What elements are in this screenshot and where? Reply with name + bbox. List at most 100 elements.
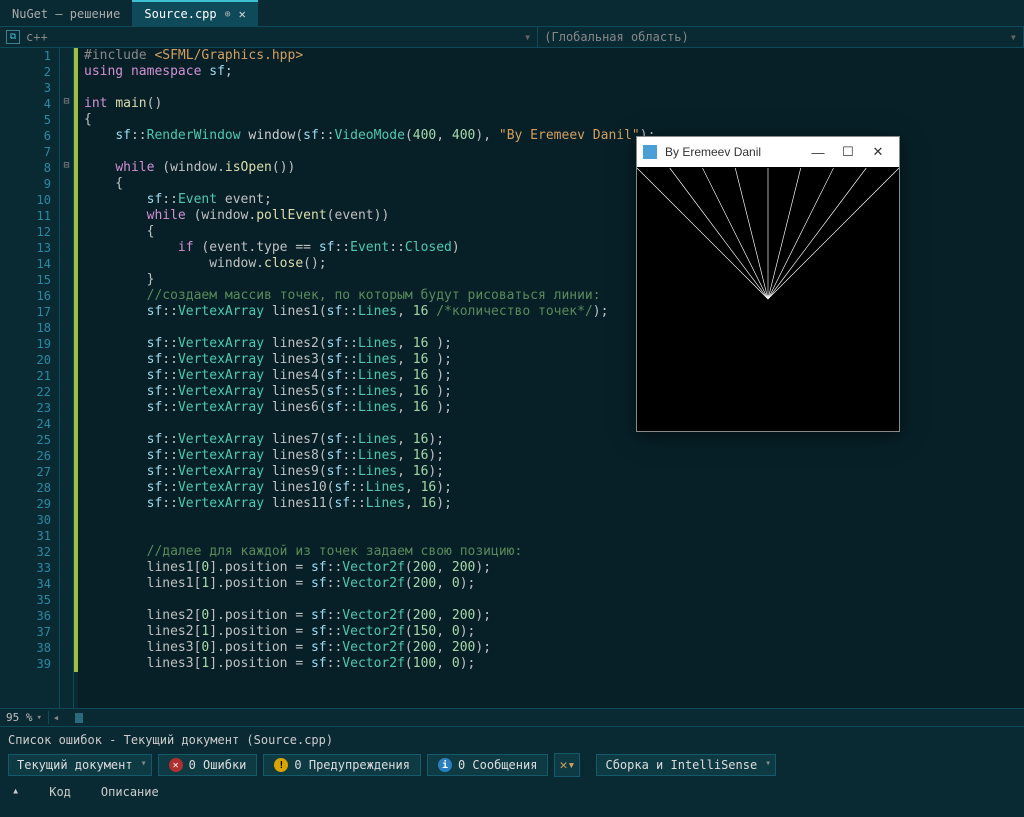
panel-title: Список ошибок - Текущий документ (Source… [8,733,1016,747]
fold-toggle[interactable] [60,464,73,480]
fold-toggle[interactable] [60,272,73,288]
scroll-left-icon[interactable]: ◂ [49,711,63,724]
code-line[interactable] [84,528,1024,544]
scroll-thumb[interactable] [75,713,83,723]
code-line[interactable] [84,592,1024,608]
chevron-down-icon: ▾ [1010,30,1017,44]
fold-toggle[interactable] [60,176,73,192]
fold-toggle[interactable] [60,144,73,160]
error-list-header[interactable]: ▾ Код Описание [8,777,1016,807]
code-line[interactable]: sf::VertexArray lines10(sf::Lines, 16); [84,480,1024,496]
line-number: 27 [0,464,51,480]
fold-toggle[interactable] [60,576,73,592]
fold-toggle[interactable] [60,80,73,96]
fold-toggle[interactable]: ⊟ [60,96,73,112]
maximize-button[interactable]: ☐ [833,144,863,160]
fold-toggle[interactable] [60,48,73,64]
code-line[interactable]: lines2[1].position = sf::Vector2f(150, 0… [84,624,1024,640]
fold-toggle[interactable] [60,352,73,368]
fold-toggle[interactable] [60,592,73,608]
code-line[interactable]: lines1[0].position = sf::Vector2f(200, 2… [84,560,1024,576]
line-number: 22 [0,384,51,400]
line-number: 38 [0,640,51,656]
scope-global[interactable]: (Глобальная область) ▾ [538,27,1024,47]
line-number: 24 [0,416,51,432]
warnings-filter[interactable]: ! 0 Предупреждения [263,754,421,776]
code-line[interactable] [84,80,1024,96]
fold-toggle[interactable] [60,384,73,400]
fold-toggle[interactable] [60,368,73,384]
zoom-selector[interactable]: 95 % ▾ [0,711,49,724]
window-titlebar[interactable]: By Eremeev Danil — ☐ ✕ [637,137,899,167]
line-number: 7 [0,144,51,160]
scope-dropdown[interactable]: Текущий документ [8,754,152,776]
fold-toggle[interactable] [60,432,73,448]
fold-toggle[interactable] [60,64,73,80]
code-line[interactable]: lines3[0].position = sf::Vector2f(200, 2… [84,640,1024,656]
code-line[interactable]: sf::VertexArray lines11(sf::Lines, 16); [84,496,1024,512]
code-line[interactable]: //далее для каждой из точек задаем свою … [84,544,1024,560]
fold-toggle[interactable] [60,336,73,352]
fold-toggle[interactable] [60,528,73,544]
fold-toggle[interactable] [60,112,73,128]
line-number: 11 [0,208,51,224]
fold-toggle[interactable]: ⊟ [60,160,73,176]
source-dropdown[interactable]: Сборка и IntelliSense [596,754,776,776]
line-number: 23 [0,400,51,416]
fold-toggle[interactable] [60,544,73,560]
fold-toggle[interactable] [60,656,73,672]
sort-icon[interactable]: ▾ [12,785,19,799]
close-icon[interactable]: ✕ [239,7,246,21]
pin-icon[interactable]: ⊕ [225,9,231,20]
fold-toggle[interactable] [60,608,73,624]
line-number: 39 [0,656,51,672]
horizontal-scrollbar[interactable] [63,711,1024,725]
fold-toggle[interactable] [60,496,73,512]
code-line[interactable]: lines2[0].position = sf::Vector2f(200, 2… [84,608,1024,624]
scope-language[interactable]: ⧉ c++ ▾ [0,27,538,47]
fold-toggle[interactable] [60,640,73,656]
line-number: 29 [0,496,51,512]
fold-toggle[interactable] [60,448,73,464]
fold-toggle[interactable] [60,512,73,528]
fold-toggle[interactable] [60,192,73,208]
fold-toggle[interactable] [60,480,73,496]
code-line[interactable]: sf::VertexArray lines8(sf::Lines, 16); [84,448,1024,464]
fold-toggle[interactable] [60,416,73,432]
fold-toggle[interactable] [60,208,73,224]
fold-toggle[interactable] [60,256,73,272]
line-number: 26 [0,448,51,464]
fold-toggle[interactable] [60,304,73,320]
code-line[interactable]: { [84,112,1024,128]
column-description[interactable]: Описание [101,785,159,799]
fold-toggle[interactable] [60,400,73,416]
minimize-button[interactable]: — [803,145,833,160]
code-line[interactable]: using namespace sf; [84,64,1024,80]
fold-toggle[interactable] [60,320,73,336]
fold-toggle[interactable] [60,288,73,304]
clear-filter-button[interactable]: ✕▾ [554,753,580,777]
fold-column[interactable]: ⊟⊟ [60,48,74,708]
fold-toggle[interactable] [60,128,73,144]
fold-toggle[interactable] [60,560,73,576]
code-line[interactable]: #include <SFML/Graphics.hpp> [84,48,1024,64]
column-code[interactable]: Код [49,785,71,799]
line-number: 5 [0,112,51,128]
code-line[interactable]: sf::VertexArray lines9(sf::Lines, 16); [84,464,1024,480]
code-line[interactable]: lines1[1].position = sf::Vector2f(200, 0… [84,576,1024,592]
tab-source[interactable]: Source.cpp ⊕ ✕ [132,0,258,26]
close-button[interactable]: ✕ [863,144,893,160]
code-line[interactable]: int main() [84,96,1024,112]
code-line[interactable] [84,512,1024,528]
tab-nuget[interactable]: NuGet — решение [0,0,132,26]
app-icon [643,145,657,159]
sfml-output-window[interactable]: By Eremeev Danil — ☐ ✕ [636,136,900,432]
line-number: 20 [0,352,51,368]
fold-toggle[interactable] [60,224,73,240]
code-line[interactable]: sf::VertexArray lines7(sf::Lines, 16); [84,432,1024,448]
code-line[interactable]: lines3[1].position = sf::Vector2f(100, 0… [84,656,1024,672]
errors-filter[interactable]: ✕ 0 Ошибки [158,754,258,776]
fold-toggle[interactable] [60,240,73,256]
fold-toggle[interactable] [60,624,73,640]
messages-filter[interactable]: i 0 Сообщения [427,754,548,776]
